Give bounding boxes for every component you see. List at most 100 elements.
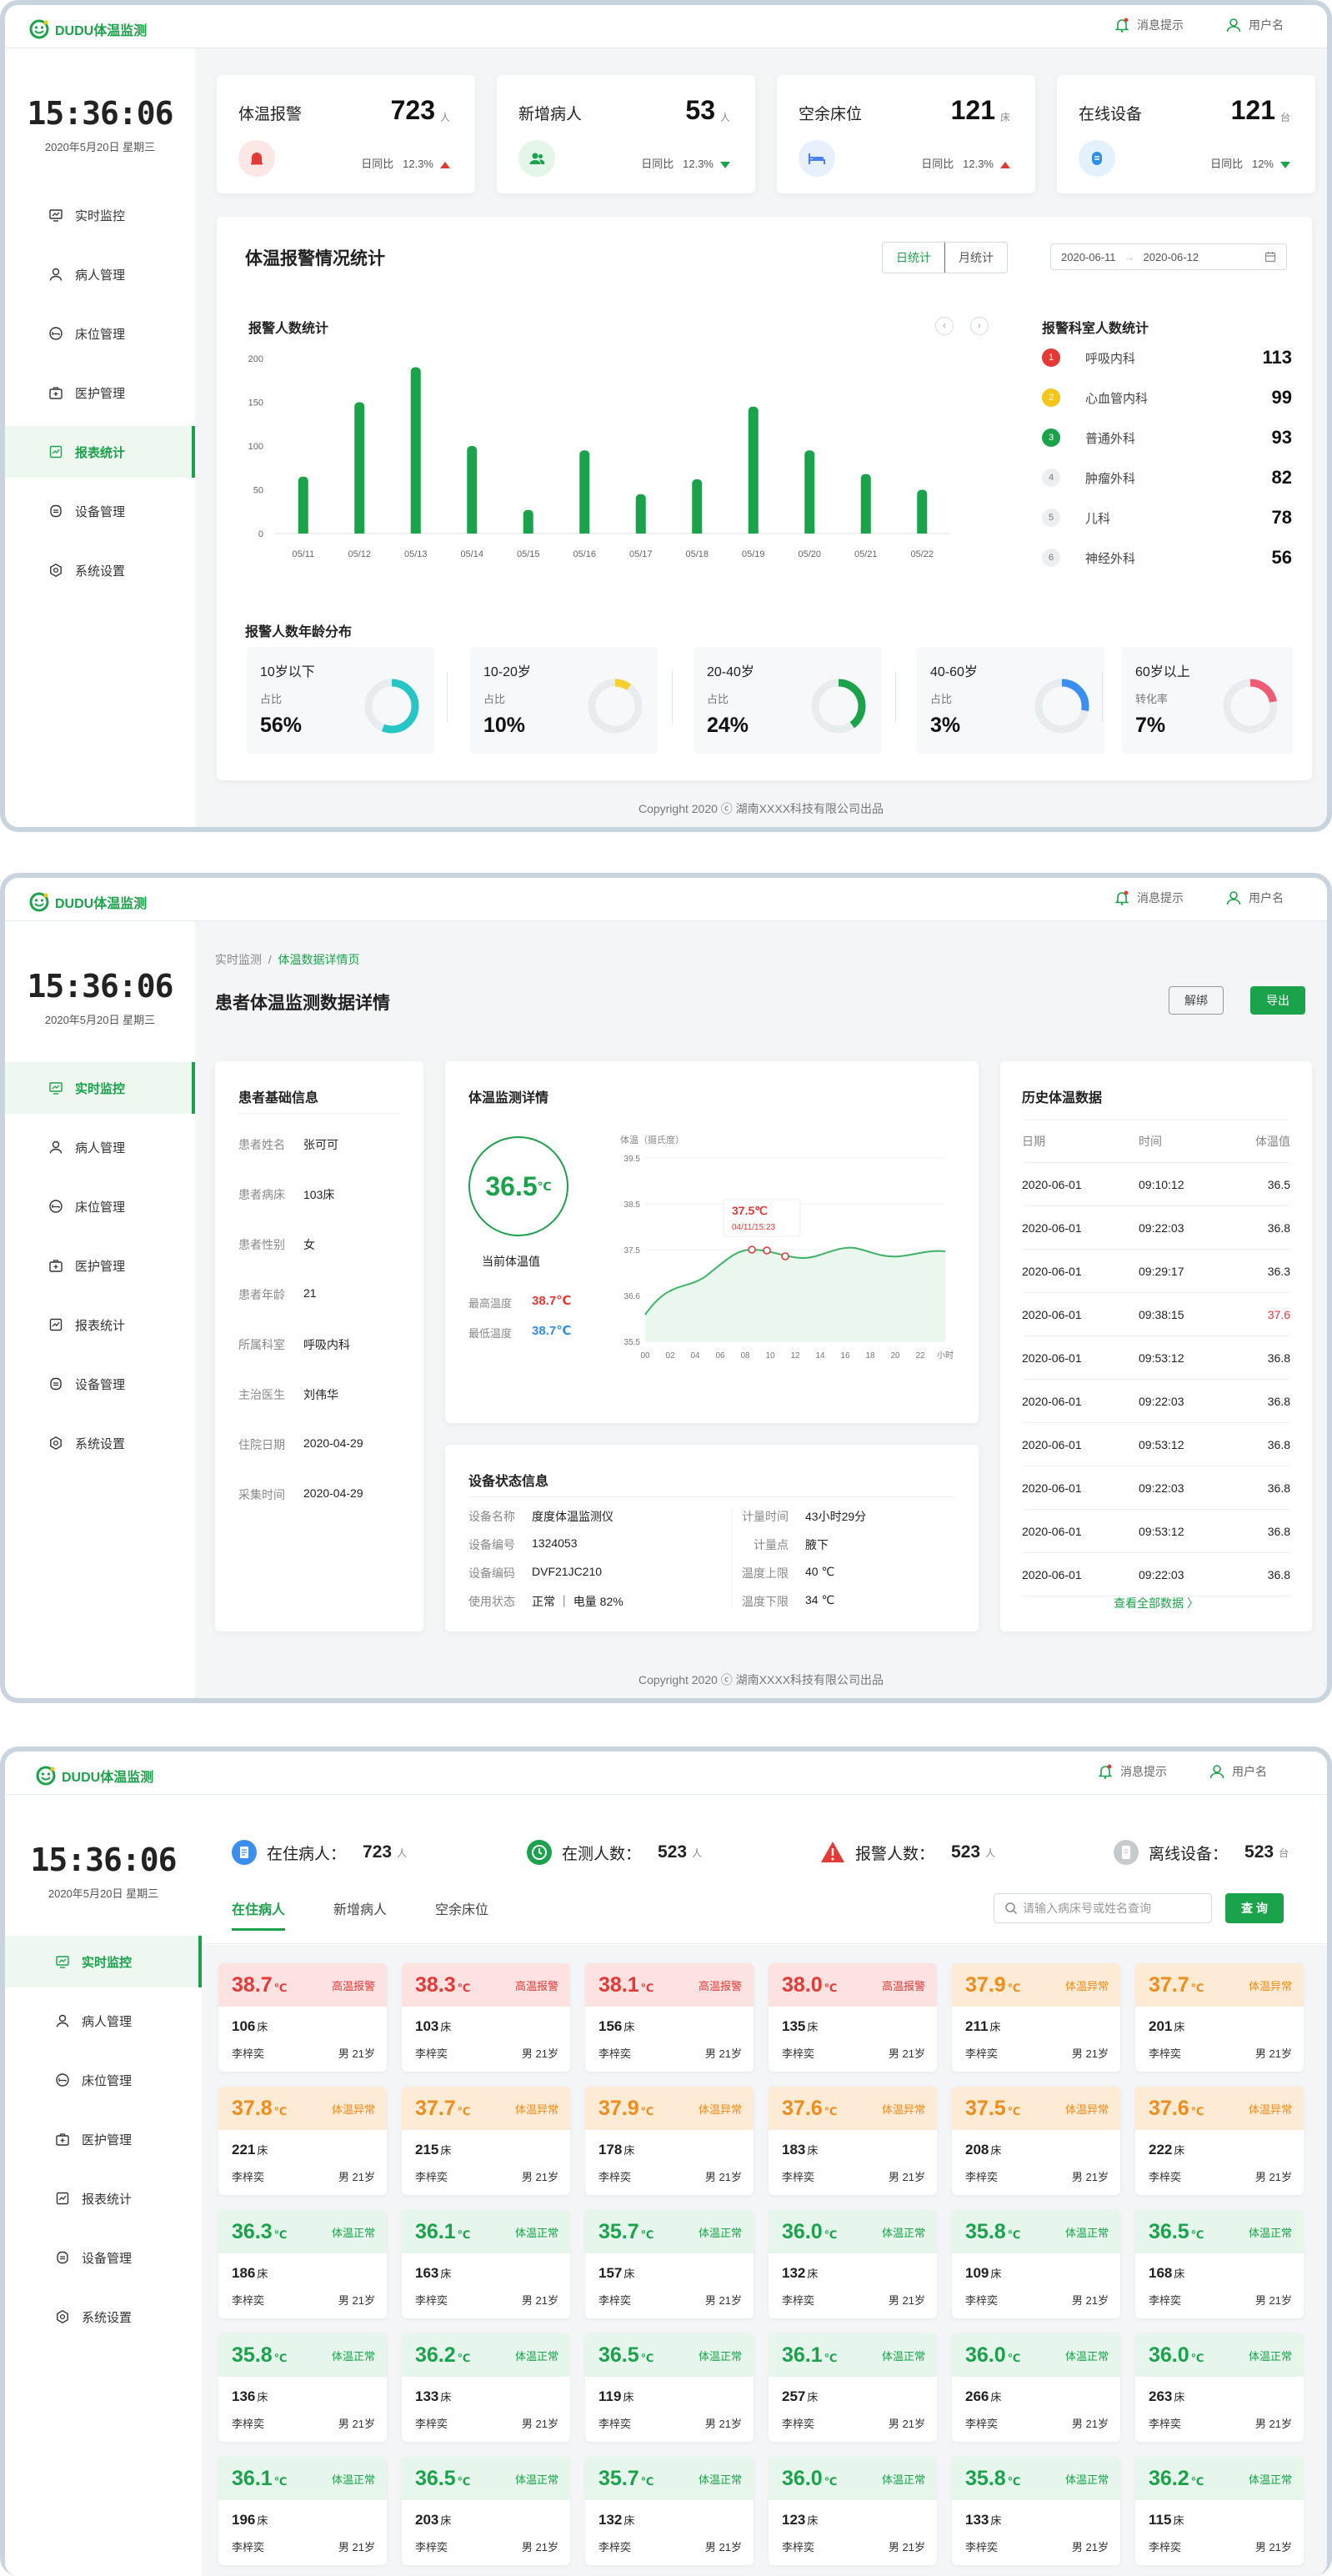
sidebar-item-settings[interactable]: 系统设置 xyxy=(5,1417,195,1469)
patient-temp: 37.5 ℃ xyxy=(965,2096,1021,2120)
patient-card[interactable]: 38.7 ℃ 高温报警 106 床李梓奕 男 21岁 xyxy=(218,1963,387,2072)
patient-card[interactable]: 36.0 ℃ 体温正常 266 床李梓奕 男 21岁 xyxy=(952,2333,1120,2442)
patient-card[interactable]: 37.9 ℃ 体温异常 178 床李梓奕 男 21岁 xyxy=(585,2087,754,2195)
patient-card[interactable]: 36.1 ℃ 体温正常 257 床李梓奕 男 21岁 xyxy=(769,2333,937,2442)
patient-name: 李梓奕 xyxy=(782,2541,815,2553)
notice-button[interactable]: 消息提示 xyxy=(1114,890,1184,906)
bed-number: 119 床 xyxy=(598,2388,634,2404)
patient-card[interactable]: 36.0 ℃ 体温正常 123 床李梓奕 男 21岁 xyxy=(769,2457,937,2565)
patient-card[interactable]: 36.3 ℃ 体温正常 186 床李梓奕 男 21岁 xyxy=(218,2210,387,2318)
export-button[interactable]: 导出 xyxy=(1250,986,1305,1015)
brand-logo[interactable]: DUDU体温监测 xyxy=(35,1765,153,1787)
sidebar-item-beds[interactable]: 床位管理 xyxy=(5,2054,202,2106)
patient-card[interactable]: 36.2 ℃ 体温正常 133 床李梓奕 男 21岁 xyxy=(402,2333,570,2442)
stat-card-new-patients[interactable]: 新增病人 53 人 日同比 12.3% xyxy=(497,75,755,193)
crumb-root[interactable]: 实时监测 xyxy=(215,953,262,966)
patient-card[interactable]: 36.1 ℃ 体温正常 163 床李梓奕 男 21岁 xyxy=(402,2210,570,2318)
patient-card[interactable]: 38.0 ℃ 高温报警 135 床李梓奕 男 21岁 xyxy=(769,1963,937,2072)
patient-card[interactable]: 36.5 ℃ 体温正常 203 床李梓奕 男 21岁 xyxy=(402,2457,570,2565)
sidebar-item-realtime[interactable]: 实时监控 xyxy=(5,1936,202,1987)
sidebar-item-reports[interactable]: 报表统计 xyxy=(5,426,195,478)
user-menu[interactable]: 用户名 xyxy=(1209,1763,1267,1780)
patient-card[interactable]: 37.7 ℃ 体温异常 201 床李梓奕 男 21岁 xyxy=(1135,1963,1304,2072)
gear-icon xyxy=(50,1436,62,1451)
date-range-picker[interactable]: 2020-06-11 → 2020-06-12 xyxy=(1050,243,1287,270)
sidebar-item-settings[interactable]: 系统设置 xyxy=(5,2291,202,2343)
patient-card[interactable]: 37.8 ℃ 体温异常 221 床李梓奕 男 21岁 xyxy=(218,2087,387,2195)
toggle-monthly[interactable]: 月统计 xyxy=(945,243,1007,273)
sidebar-item-devices[interactable]: 设备管理 xyxy=(5,2232,202,2283)
tab-free-beds[interactable]: 空余床位 xyxy=(435,1898,488,1931)
patient-card[interactable]: 35.8 ℃ 体温正常 109 床李梓奕 男 21岁 xyxy=(952,2210,1120,2318)
patient-card[interactable]: 37.5 ℃ 体温异常 208 床李梓奕 男 21岁 xyxy=(952,2087,1120,2195)
tab-new-patients[interactable]: 新增病人 xyxy=(333,1898,387,1931)
x-tick-label: 05/16 xyxy=(573,549,596,559)
patient-card[interactable]: 37.6 ℃ 体温异常 222 床李梓奕 男 21岁 xyxy=(1135,2087,1304,2195)
bar-base xyxy=(635,529,646,534)
user-menu[interactable]: 用户名 xyxy=(1225,17,1284,33)
sidebar-item-settings[interactable]: 系统设置 xyxy=(5,544,195,596)
sidebar-item-patients[interactable]: 病人管理 xyxy=(5,1121,195,1173)
sidebar-item-realtime[interactable]: 实时监控 xyxy=(5,189,195,241)
stat-card-alarm[interactable]: 体温报警 723 人 日同比 12.3% xyxy=(217,75,475,193)
patient-card[interactable]: 36.5 ℃ 体温正常 119 床李梓奕 男 21岁 xyxy=(585,2333,754,2442)
brand-logo[interactable]: DUDU体温监测 xyxy=(28,891,147,913)
patient-card[interactable]: 35.7 ℃ 体温正常 132 床李梓奕 男 21岁 xyxy=(585,2457,754,2565)
patient-card[interactable]: 36.0 ℃ 体温正常 263 床李梓奕 男 21岁 xyxy=(1135,2333,1304,2442)
patient-gender-age: 男 21岁 xyxy=(1254,2294,1292,2307)
sidebar-item-label: 系统设置 xyxy=(75,564,126,579)
stat-card-online-devices[interactable]: 在线设备 121 台 日同比 12% xyxy=(1057,75,1315,193)
unbind-button[interactable]: 解绑 xyxy=(1169,986,1224,1015)
patient-card[interactable]: 36.5 ℃ 体温正常 168 床李梓奕 男 21岁 xyxy=(1135,2210,1304,2318)
patient-card[interactable]: 36.0 ℃ 体温正常 132 床李梓奕 男 21岁 xyxy=(769,2210,937,2318)
notice-button[interactable]: 消息提示 xyxy=(1114,17,1184,33)
dept-name: 神经外科 xyxy=(1085,551,1136,566)
chevron-right-icon[interactable]: › xyxy=(970,317,989,335)
notice-button[interactable]: 消息提示 xyxy=(1097,1763,1167,1780)
patient-card[interactable]: 35.8 ℃ 体温正常 136 床李梓奕 男 21岁 xyxy=(218,2333,387,2442)
patient-card[interactable]: 36.2 ℃ 体温正常 115 床李梓奕 男 21岁 xyxy=(1135,2457,1304,2565)
sidebar-item-patients[interactable]: 病人管理 xyxy=(5,1995,202,2047)
chevron-left-icon[interactable]: ‹ xyxy=(935,317,954,335)
sidebar-item-beds[interactable]: 床位管理 xyxy=(5,308,195,359)
bed-number: 157 床 xyxy=(598,2265,635,2281)
temp-status: 体温正常 xyxy=(1064,2473,1109,2486)
patient-card[interactable]: 38.3 ℃ 高温报警 103 床李梓奕 男 21岁 xyxy=(402,1963,570,2072)
sidebar-item-realtime[interactable]: 实时监控 xyxy=(5,1062,195,1114)
sidebar-item-patients[interactable]: 病人管理 xyxy=(5,248,195,300)
rank-badge: 6 xyxy=(1042,549,1060,567)
sidebar-item-devices[interactable]: 设备管理 xyxy=(5,485,195,537)
alarm-point[interactable] xyxy=(781,1252,789,1260)
sidebar-item-staff[interactable]: 医护管理 xyxy=(5,367,195,418)
tab-inpatients[interactable]: 在住病人 xyxy=(232,1898,286,1931)
patient-card[interactable]: 35.8 ℃ 体温正常 133 床李梓奕 男 21岁 xyxy=(952,2457,1120,2565)
sidebar-item-devices[interactable]: 设备管理 xyxy=(5,1358,195,1410)
alarm-point[interactable] xyxy=(748,1245,756,1254)
sidebar-item-staff[interactable]: 医护管理 xyxy=(5,2113,202,2165)
patient-card[interactable]: 36.1 ℃ 体温正常 196 床李梓奕 男 21岁 xyxy=(218,2457,387,2565)
stat-compare: 日同比 12.3% xyxy=(921,155,1010,171)
patient-gender-age: 男 21岁 xyxy=(888,2541,925,2553)
patient-card[interactable]: 38.1 ℃ 高温报警 156 床李梓奕 男 21岁 xyxy=(585,1963,754,2072)
search-input[interactable]: 请输入病床号或姓名查询 xyxy=(994,1893,1212,1923)
user-menu[interactable]: 用户名 xyxy=(1225,890,1284,906)
sidebar-item-reports[interactable]: 报表统计 xyxy=(5,1299,195,1351)
sidebar-item-beds[interactable]: 床位管理 xyxy=(5,1180,195,1232)
patient-card[interactable]: 35.7 ℃ 体温正常 157 床李梓奕 男 21岁 xyxy=(585,2210,754,2318)
patient-temp: 36.5 ℃ xyxy=(598,2343,654,2367)
toggle-daily[interactable]: 日统计 xyxy=(883,243,945,273)
patient-name: 李梓奕 xyxy=(965,2047,999,2060)
patient-admit-date-field: 住院日期 2020-04-29 xyxy=(238,1436,363,1451)
patient-card[interactable]: 37.9 ℃ 体温异常 211 床李梓奕 男 21岁 xyxy=(952,1963,1120,2072)
patient-card[interactable]: 37.7 ℃ 体温异常 215 床李梓奕 男 21岁 xyxy=(402,2087,570,2195)
brand-logo[interactable]: DUDU体温监测 xyxy=(28,18,147,40)
stat-card-free-beds[interactable]: 空余床位 121 床 日同比 12.3% xyxy=(777,75,1035,193)
search-button[interactable]: 查 询 xyxy=(1225,1893,1284,1923)
alarm-point[interactable] xyxy=(763,1246,771,1255)
patient-name: 李梓奕 xyxy=(232,2294,265,2307)
temp-status: 体温正常 xyxy=(881,2473,925,2486)
view-all-link[interactable]: 查看全部数据 〉 xyxy=(1000,1595,1312,1611)
patient-card[interactable]: 37.6 ℃ 体温异常 183 床李梓奕 男 21岁 xyxy=(769,2087,937,2195)
sidebar-item-reports[interactable]: 报表统计 xyxy=(5,2173,202,2224)
sidebar-item-staff[interactable]: 医护管理 xyxy=(5,1240,195,1291)
